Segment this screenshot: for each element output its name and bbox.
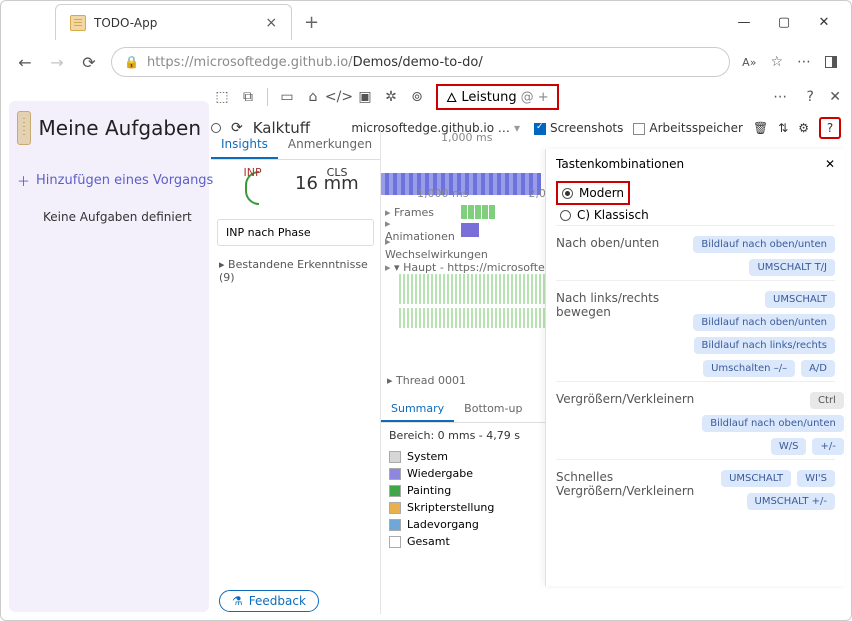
lock-icon[interactable]: 🔒 — [124, 55, 139, 69]
add-task-button[interactable]: ＋ Hinzufügen eines Vorgangs — [17, 171, 201, 190]
radio-icon — [562, 188, 573, 199]
window-titlebar: TODO-App × + — ▢ ✕ — [1, 1, 851, 43]
radio-icon — [560, 210, 571, 221]
tab-title: TODO-App — [94, 16, 157, 30]
toolbar-more-icon[interactable]: ⋯ — [769, 86, 791, 108]
forward-button: → — [47, 53, 67, 72]
url-text: https://microsoftedge.github.io/Demos/de… — [147, 55, 483, 70]
address-bar-row: ← → ⟳ 🔒 https://microsoftedge.github.io/… — [1, 43, 851, 81]
key-badge: UMSCHALT +/- — [747, 493, 835, 510]
key-badge: A/D — [801, 360, 835, 377]
console-icon[interactable]: ▣ — [354, 86, 376, 108]
passed-insights-row[interactable]: Bestandene Erkenntnisse (9) — [211, 252, 380, 290]
bottomup-tab[interactable]: Bottom-up — [454, 397, 532, 422]
shortcuts-flyout: Tastenkombinationen ✕ Modern C) Klassisc… — [545, 149, 845, 586]
inspect-icon[interactable]: ⬚ — [211, 86, 233, 108]
color-swatch — [389, 451, 401, 463]
color-swatch — [389, 502, 401, 514]
sources-icon[interactable]: ✲ — [380, 86, 402, 108]
key-badge: Umschalten –/– — [703, 360, 795, 377]
minimize-icon[interactable]: — — [737, 15, 751, 30]
shortcut-group-title: Schnelles Vergrößern/Verkleinern — [556, 470, 694, 504]
reading-mode-icon[interactable]: A» — [742, 56, 756, 69]
legend-label: Ladevorgang — [407, 518, 479, 531]
flyout-close-icon[interactable]: ✕ — [825, 157, 835, 171]
key-badge: W/S — [771, 438, 807, 455]
key-badge: Ctrl — [810, 392, 844, 409]
beaker-icon: ⚗ — [232, 594, 243, 608]
favorite-icon[interactable]: ☆ — [770, 54, 783, 70]
color-swatch — [389, 468, 401, 480]
home-icon[interactable]: ⌂ — [302, 86, 324, 108]
key-badge: UMSCHALT — [721, 470, 791, 487]
maximize-icon[interactable]: ▢ — [777, 15, 791, 30]
legend-label: System — [407, 450, 448, 463]
clipboard-icon — [17, 111, 31, 145]
app-title: Meine Aufgaben — [39, 116, 201, 140]
network-icon[interactable]: ⊚ — [406, 86, 428, 108]
plus-icon: ＋ — [17, 171, 30, 190]
shortcut-group-title: Nach oben/unten — [556, 236, 666, 270]
close-window-icon[interactable]: ✕ — [817, 15, 831, 30]
key-badge: UMSCHALT T/J — [749, 259, 835, 276]
page-favicon — [70, 15, 86, 31]
color-swatch — [389, 536, 401, 548]
gauge-icon: 🜂 — [446, 84, 457, 110]
key-badge: Bildlauf nach oben/unten — [693, 314, 835, 331]
insights-panel: Insights Anmerkungen INP CLS INP nach Ph… — [211, 131, 381, 614]
feedback-button[interactable]: ⚗ Feedback — [219, 590, 319, 612]
cls-label: CLS — [327, 166, 348, 179]
help-icon[interactable]: ? — [799, 86, 821, 108]
inp-phase-card[interactable]: INP nach Phase — [217, 219, 374, 246]
key-badge: Bildlauf nach oben/unten — [702, 415, 844, 432]
devtools-close-icon[interactable]: ✕ — [829, 89, 841, 105]
key-badge: UMSCHALT — [765, 291, 835, 308]
preset-classic-radio[interactable]: C) Klassisch — [556, 205, 835, 225]
back-button[interactable]: ← — [15, 53, 35, 72]
flyout-title: Tastenkombinationen — [556, 157, 684, 171]
sidebar-toggle-icon[interactable] — [825, 56, 837, 68]
summary-tab[interactable]: Summary — [381, 397, 454, 422]
elements-icon[interactable]: </> — [328, 86, 350, 108]
key-badge: WI'S — [797, 470, 835, 487]
key-badge: +/- — [812, 438, 843, 455]
close-tab-icon[interactable]: × — [265, 15, 277, 31]
key-badge: Bildlauf nach links/rechts — [694, 337, 835, 354]
more-icon[interactable]: ⋯ — [797, 54, 811, 70]
interactions-track[interactable]: Wechselwirkungen — [381, 235, 461, 261]
color-swatch — [389, 519, 401, 531]
tab-insights[interactable]: Insights — [211, 131, 278, 159]
reload-button[interactable]: ⟳ — [79, 53, 99, 72]
time-ruler-top: 1,000 ms — [381, 131, 845, 147]
performance-tab[interactable]: 🜂 Leistung @ + — [436, 84, 559, 110]
shortcut-group-title: Nach links/rechts bewegen — [556, 291, 666, 371]
new-tab-button[interactable]: + — [304, 12, 319, 33]
legend-label: Wiedergabe — [407, 467, 473, 480]
todo-app-panel: Meine Aufgaben ＋ Hinzufügen eines Vorgan… — [9, 101, 209, 612]
legend-label: Gesamt — [407, 535, 450, 548]
main-track[interactable]: ▾ Haupt - https://microsoftedg — [381, 261, 559, 274]
legend-label: Painting — [407, 484, 451, 497]
tab-annotations[interactable]: Anmerkungen — [278, 131, 382, 159]
inp-label: INP — [244, 166, 262, 179]
preset-modern-radio[interactable]: Modern — [556, 181, 630, 205]
legend-label: Skripterstellung — [407, 501, 494, 514]
color-swatch — [389, 485, 401, 497]
key-badge: Bildlauf nach oben/unten — [693, 236, 835, 253]
window-controls: — ▢ ✕ — [737, 15, 845, 30]
empty-task-message: Keine Aufgaben definiert — [43, 210, 201, 224]
url-input[interactable]: 🔒 https://microsoftedge.github.io/Demos/… — [111, 47, 730, 77]
shortcut-group-title: Vergrößern/Verkleinern — [556, 392, 694, 449]
browser-tab[interactable]: TODO-App × — [55, 4, 292, 40]
welcome-icon[interactable]: ▭ — [276, 86, 298, 108]
device-icon[interactable]: ⧉ — [237, 86, 259, 108]
